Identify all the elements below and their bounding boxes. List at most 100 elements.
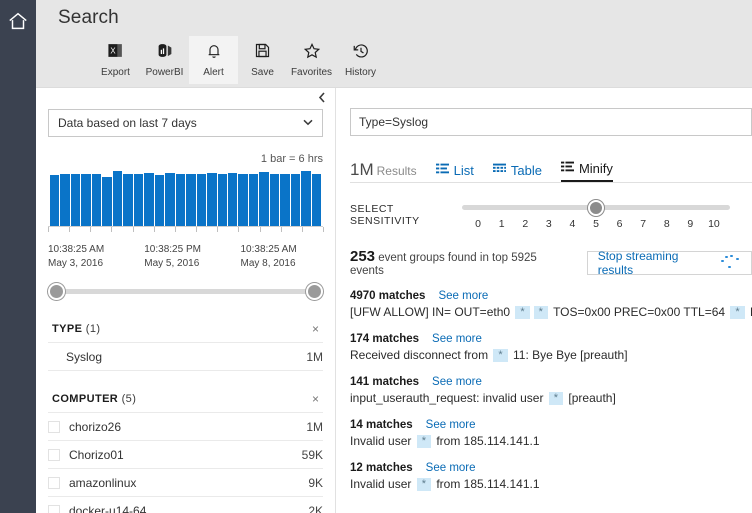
toolbar-button-history[interactable]: History xyxy=(336,36,385,84)
histogram-bar[interactable] xyxy=(301,171,311,226)
histogram-bar[interactable] xyxy=(81,173,91,226)
toolbar-button-save[interactable]: Save xyxy=(238,36,287,84)
sensitivity-tick: 4 xyxy=(569,218,576,230)
see-more-link[interactable]: See more xyxy=(426,419,476,431)
wildcard-token[interactable]: * xyxy=(515,306,530,319)
histogram-bar[interactable] xyxy=(70,173,81,226)
histogram-bar[interactable] xyxy=(123,173,133,226)
result-group-pattern: input_userauth_request: invalid user * [… xyxy=(350,391,752,405)
histogram-bar[interactable] xyxy=(207,173,217,226)
tab-list[interactable]: List xyxy=(435,162,474,182)
wildcard-token[interactable]: * xyxy=(493,349,508,362)
sensitivity-label: SELECT SENSITIVITY xyxy=(350,203,420,227)
time-range-select[interactable]: Data based on last 7 days xyxy=(48,109,323,137)
time-histogram[interactable] xyxy=(48,171,323,227)
tab-table[interactable]: Table xyxy=(492,162,542,182)
pattern-text: from 185.114.141.1 xyxy=(432,477,540,491)
stop-streaming-button[interactable]: Stop streaming results xyxy=(586,249,752,277)
sensitivity-knob[interactable] xyxy=(588,200,604,216)
event-summary-text: 253 event groups found in top 5925 event… xyxy=(350,248,574,277)
facet-row[interactable]: Syslog 1M xyxy=(48,343,323,371)
result-group-header: 174 matches See more xyxy=(350,333,752,345)
facet-checkbox[interactable] xyxy=(48,504,60,513)
sensitivity-slider[interactable] xyxy=(462,200,730,216)
see-more-link[interactable]: See more xyxy=(438,290,488,302)
sensitivity-tick: 0 xyxy=(475,218,481,230)
histogram-bar[interactable] xyxy=(248,174,259,226)
histogram-bar[interactable] xyxy=(154,175,165,226)
facet-title-text: TYPE xyxy=(52,323,83,335)
axis-tick xyxy=(48,227,49,232)
content-area: Data based on last 7 days 1 bar = 6 hrs … xyxy=(36,88,752,513)
wildcard-token[interactable]: * xyxy=(533,306,548,319)
histogram-bar[interactable] xyxy=(238,173,248,226)
histogram-bar[interactable] xyxy=(144,173,154,226)
pattern-text: TOS=0x00 PREC=0x00 TTL=64 xyxy=(549,305,729,319)
see-more-link[interactable]: See more xyxy=(432,333,482,345)
wildcard-token[interactable]: * xyxy=(548,392,564,405)
result-match-count: 174 matches xyxy=(350,333,420,345)
histogram-bar[interactable] xyxy=(290,173,301,226)
facet-row-count: 2K xyxy=(308,503,323,513)
event-groups-count: 253 xyxy=(350,248,376,265)
close-icon[interactable]: × xyxy=(312,393,319,405)
sensitivity-tick: 10 xyxy=(708,218,720,230)
histogram-bar[interactable] xyxy=(227,173,238,226)
histogram-bar[interactable] xyxy=(133,174,144,226)
histogram-bar[interactable] xyxy=(196,174,207,226)
wildcard-token[interactable]: * xyxy=(416,435,431,448)
facet-checkbox[interactable] xyxy=(48,420,60,433)
bell-icon xyxy=(206,40,222,61)
time-range-slider[interactable] xyxy=(48,281,323,301)
result-group: 141 matches See more input_userauth_reques… xyxy=(350,376,752,405)
histogram-bar[interactable] xyxy=(259,171,269,226)
histogram-bar[interactable] xyxy=(269,174,280,226)
histogram-bar[interactable] xyxy=(175,173,186,226)
search-query-value: Type=Syslog xyxy=(359,115,429,129)
filter-pane: Data based on last 7 days 1 bar = 6 hrs … xyxy=(36,88,336,513)
slider-knob-start[interactable] xyxy=(48,283,65,300)
results-count: 1M Results xyxy=(350,161,417,182)
histogram-bar[interactable] xyxy=(112,171,123,226)
facet-checkbox[interactable] xyxy=(48,476,60,489)
facet-type: TYPE (1) × Syslog 1M xyxy=(48,323,323,371)
facet-row-name: Syslog xyxy=(66,349,103,364)
histogram-bar[interactable] xyxy=(280,173,290,226)
slider-knob-end[interactable] xyxy=(306,283,323,300)
toolbar-button-powerbi[interactable]: PowerBI xyxy=(140,36,189,84)
histogram-bar[interactable] xyxy=(91,174,102,226)
close-icon[interactable]: × xyxy=(312,323,319,335)
event-summary-row: 253 event groups found in top 5925 event… xyxy=(350,248,752,277)
axis-label: 10:38:25 PM May 5, 2016 xyxy=(144,243,201,271)
axis-label-time: 10:38:25 AM xyxy=(240,244,297,255)
toolbar-button-favorites[interactable]: Favorites xyxy=(287,36,336,84)
tab-label-minify: Minify xyxy=(578,160,613,176)
histogram-bar[interactable] xyxy=(311,173,322,226)
toolbar-button-export[interactable]: X Export xyxy=(91,36,140,84)
sensitivity-widget[interactable]: 0 1 2 3 4 5 6 7 8 9 10 xyxy=(462,200,730,232)
see-more-link[interactable]: See more xyxy=(432,376,482,388)
chevron-left-icon[interactable] xyxy=(314,89,330,105)
toolbar-button-alert[interactable]: Alert xyxy=(189,36,238,84)
histogram-bar[interactable] xyxy=(50,174,60,226)
wildcard-token[interactable]: * xyxy=(416,478,431,491)
search-query-box[interactable]: Type=Syslog xyxy=(350,108,752,136)
wildcard-token[interactable]: * xyxy=(730,306,745,319)
result-group-pattern: Invalid user * from 185.114.141.1 xyxy=(350,477,752,491)
facet-row[interactable]: docker-u14-64 2K xyxy=(48,497,323,513)
histogram-bar[interactable] xyxy=(165,172,175,226)
histogram-bar[interactable] xyxy=(60,173,70,226)
home-icon[interactable] xyxy=(7,10,29,32)
facet-row[interactable]: chorizo26 1M xyxy=(48,413,323,441)
toolbar-label-alert: Alert xyxy=(203,67,224,78)
facet-row[interactable]: Chorizo01 59K xyxy=(48,441,323,469)
histogram-bar[interactable] xyxy=(186,173,196,226)
tab-minify[interactable]: Minify xyxy=(560,160,613,182)
facet-checkbox[interactable] xyxy=(48,448,60,461)
histogram-bar[interactable] xyxy=(102,176,112,226)
table-icon xyxy=(492,162,506,178)
facet-row[interactable]: amazonlinux 9K xyxy=(48,469,323,497)
see-more-link[interactable]: See more xyxy=(426,462,476,474)
result-match-count: 141 matches xyxy=(350,376,420,388)
histogram-bar[interactable] xyxy=(217,173,227,226)
